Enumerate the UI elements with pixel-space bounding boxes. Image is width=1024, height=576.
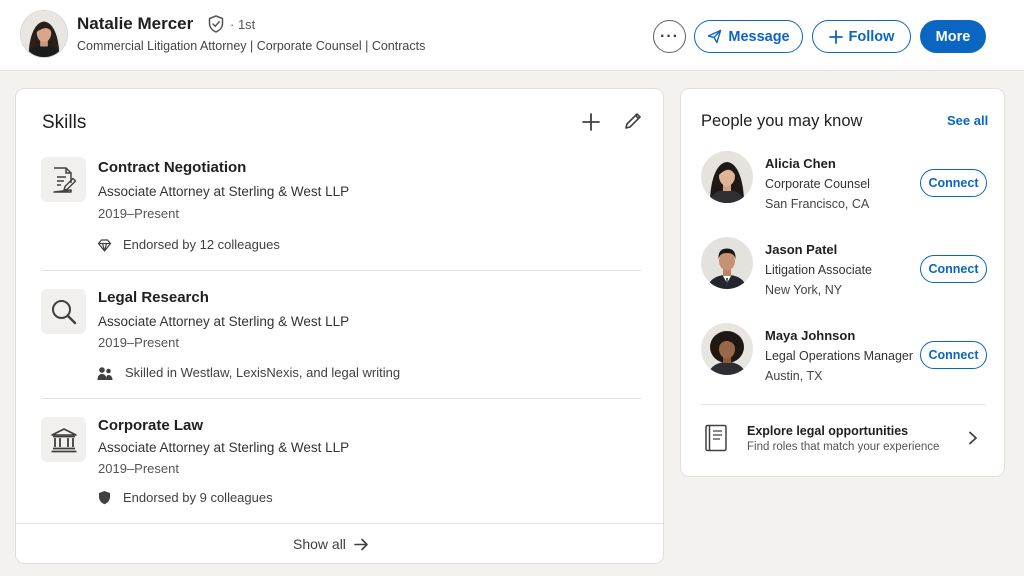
skill-icon-box <box>41 157 86 202</box>
avatar[interactable] <box>701 237 753 289</box>
person-title: Legal Operations Manager <box>765 349 914 363</box>
skill-endorsement[interactable]: Endorsed by 9 colleagues <box>123 490 273 505</box>
divider <box>16 523 663 524</box>
pymk-title: People you may know <box>701 112 863 130</box>
courthouse-icon <box>50 427 77 452</box>
diamond-icon <box>97 239 112 252</box>
explore-title[interactable]: Explore legal opportunities <box>747 424 908 438</box>
skill-endorsement[interactable]: Endorsed by 12 colleagues <box>123 237 280 252</box>
send-icon <box>708 29 722 44</box>
plus-icon <box>828 29 843 44</box>
profile-header: Natalie Mercer · 1st Commercial Litigati… <box>0 0 1024 71</box>
skills-title: Skills <box>42 112 87 133</box>
more-options-button[interactable]: ··· <box>653 20 686 53</box>
follow-label: Follow <box>848 28 895 45</box>
person-name[interactable]: Maya Johnson <box>765 328 855 343</box>
divider <box>41 398 642 399</box>
profile-headline: Commercial Litigation Attorney | Corpora… <box>77 39 426 53</box>
see-all-link[interactable]: See all <box>947 113 988 128</box>
show-all-button[interactable]: Show all <box>293 536 369 552</box>
document-edit-icon <box>52 166 76 193</box>
divider <box>41 270 642 271</box>
person-title: Litigation Associate <box>765 263 873 277</box>
book-icon <box>705 424 727 452</box>
skill-icon-box <box>41 417 86 462</box>
connect-button[interactable]: Connect <box>920 255 987 283</box>
skill-name[interactable]: Legal Research <box>98 289 209 306</box>
more-options-icon: ··· <box>660 27 679 45</box>
person-name[interactable]: Alicia Chen <box>765 156 836 171</box>
message-button[interactable]: Message <box>694 20 803 53</box>
profile-name: Natalie Mercer <box>77 14 194 33</box>
skill-name[interactable]: Corporate Law <box>98 417 203 434</box>
message-label: Message <box>728 28 790 45</box>
connection-degree: · 1st <box>230 17 256 32</box>
skill-role: Associate Attorney at Sterling & West LL… <box>98 440 350 455</box>
connect-button[interactable]: Connect <box>920 341 987 369</box>
person-location: Austin, TX <box>765 369 823 383</box>
add-icon[interactable] <box>582 113 600 131</box>
skill-name[interactable]: Contract Negotiation <box>98 159 246 176</box>
connect-button[interactable]: Connect <box>920 169 987 197</box>
skill-icon-box <box>41 289 86 334</box>
people-you-may-know-card: People you may know See all Alicia Chen … <box>680 88 1005 477</box>
arrow-right-icon <box>354 538 368 550</box>
edit-pencil-icon[interactable] <box>623 111 643 131</box>
person-location: New York, NY <box>765 283 843 297</box>
show-all-label: Show all <box>293 536 346 552</box>
chevron-right-icon[interactable] <box>967 431 979 445</box>
shield-icon <box>99 491 110 505</box>
skill-note: Skilled in Westlaw, LexisNexis, and lega… <box>125 365 401 380</box>
skills-card: Skills Contract Negotiation Associate At… <box>15 88 664 564</box>
divider <box>701 404 986 405</box>
people-icon <box>97 367 113 380</box>
avatar[interactable] <box>701 323 753 375</box>
follow-button[interactable]: Follow <box>812 20 911 53</box>
skill-dates: 2019–Present <box>98 335 179 350</box>
skill-dates: 2019–Present <box>98 206 179 221</box>
more-label: More <box>935 28 971 45</box>
skill-dates: 2019–Present <box>98 461 179 476</box>
profile-avatar[interactable] <box>20 10 68 58</box>
explore-subtitle: Find roles that match your experience <box>747 441 940 453</box>
verified-shield-icon[interactable] <box>208 15 224 33</box>
skill-role: Associate Attorney at Sterling & West LL… <box>98 184 350 199</box>
person-location: San Francisco, CA <box>765 197 870 211</box>
more-button[interactable]: More <box>920 20 986 53</box>
search-icon <box>51 299 76 324</box>
person-name[interactable]: Jason Patel <box>765 242 837 257</box>
avatar[interactable] <box>701 151 753 203</box>
skill-role: Associate Attorney at Sterling & West LL… <box>98 314 350 329</box>
person-title: Corporate Counsel <box>765 177 870 191</box>
